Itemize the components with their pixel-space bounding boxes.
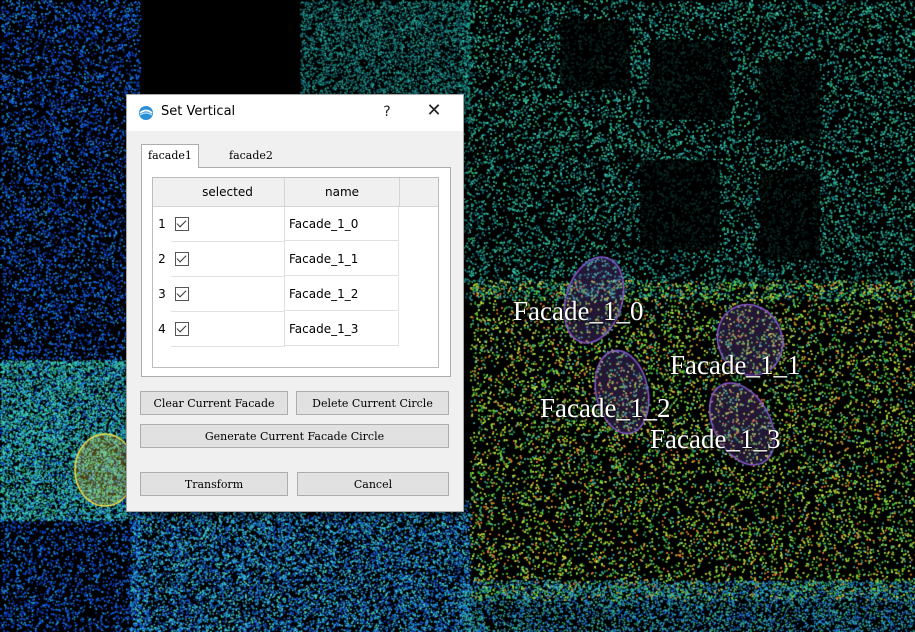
column-header-name[interactable]: name	[285, 178, 400, 207]
transform-button[interactable]: Transform	[140, 472, 288, 496]
scene-label-facade-1-0: Facade_1_0	[513, 296, 644, 326]
row-number: 3	[153, 277, 171, 312]
selected-cell[interactable]	[171, 312, 285, 347]
tab-panel: selected name 1 Facade_1_0 2 Facade_1_1 …	[141, 167, 451, 377]
set-vertical-dialog: Set Vertical ? ✕ facade1 facade2 selecte…	[126, 94, 464, 512]
selected-checkbox[interactable]	[175, 252, 189, 266]
scene-label-facade-1-3: Facade_1_3	[650, 424, 781, 454]
close-button[interactable]: ✕	[422, 99, 446, 123]
tab-facade1[interactable]: facade1	[141, 144, 199, 168]
scene-label-facade-1-1: Facade_1_1	[670, 350, 801, 380]
row-number: 2	[153, 242, 171, 277]
table-row[interactable]: 3 Facade_1_2	[153, 277, 438, 312]
help-button[interactable]: ?	[375, 101, 399, 123]
name-cell[interactable]: Facade_1_2	[285, 277, 399, 311]
selected-cell[interactable]	[171, 277, 285, 312]
table-row[interactable]: 2 Facade_1_1	[153, 242, 438, 277]
name-cell[interactable]: Facade_1_0	[285, 207, 399, 241]
selected-cell[interactable]	[171, 242, 285, 277]
selected-cell[interactable]	[171, 207, 285, 242]
table-row[interactable]: 4 Facade_1_3	[153, 312, 438, 347]
row-number: 4	[153, 312, 171, 347]
column-header-filler	[400, 178, 438, 207]
table-row[interactable]: 1 Facade_1_0	[153, 207, 438, 242]
delete-current-circle-button[interactable]: Delete Current Circle	[296, 391, 449, 415]
name-cell[interactable]: Facade_1_1	[285, 242, 399, 276]
selected-checkbox[interactable]	[175, 322, 189, 336]
row-number: 1	[153, 207, 171, 242]
name-cell[interactable]: Facade_1_3	[285, 312, 399, 346]
tab-facade2[interactable]: facade2	[223, 145, 279, 167]
dialog-title: Set Vertical	[161, 104, 236, 119]
dialog-title-bar[interactable]: Set Vertical ? ✕	[127, 95, 463, 131]
column-header-selected[interactable]: selected	[171, 178, 285, 207]
table-corner[interactable]	[153, 178, 172, 207]
facade-circle-table[interactable]: selected name 1 Facade_1_0 2 Facade_1_1 …	[152, 177, 439, 368]
selected-checkbox[interactable]	[175, 287, 189, 301]
app-logo-icon	[139, 106, 153, 120]
selected-checkbox[interactable]	[175, 217, 189, 231]
generate-current-facade-circle-button[interactable]: Generate Current Facade Circle	[140, 424, 449, 448]
cancel-button[interactable]: Cancel	[297, 472, 449, 496]
scene-label-facade-1-2: Facade_1_2	[540, 393, 671, 423]
clear-current-facade-button[interactable]: Clear Current Facade	[140, 391, 288, 415]
